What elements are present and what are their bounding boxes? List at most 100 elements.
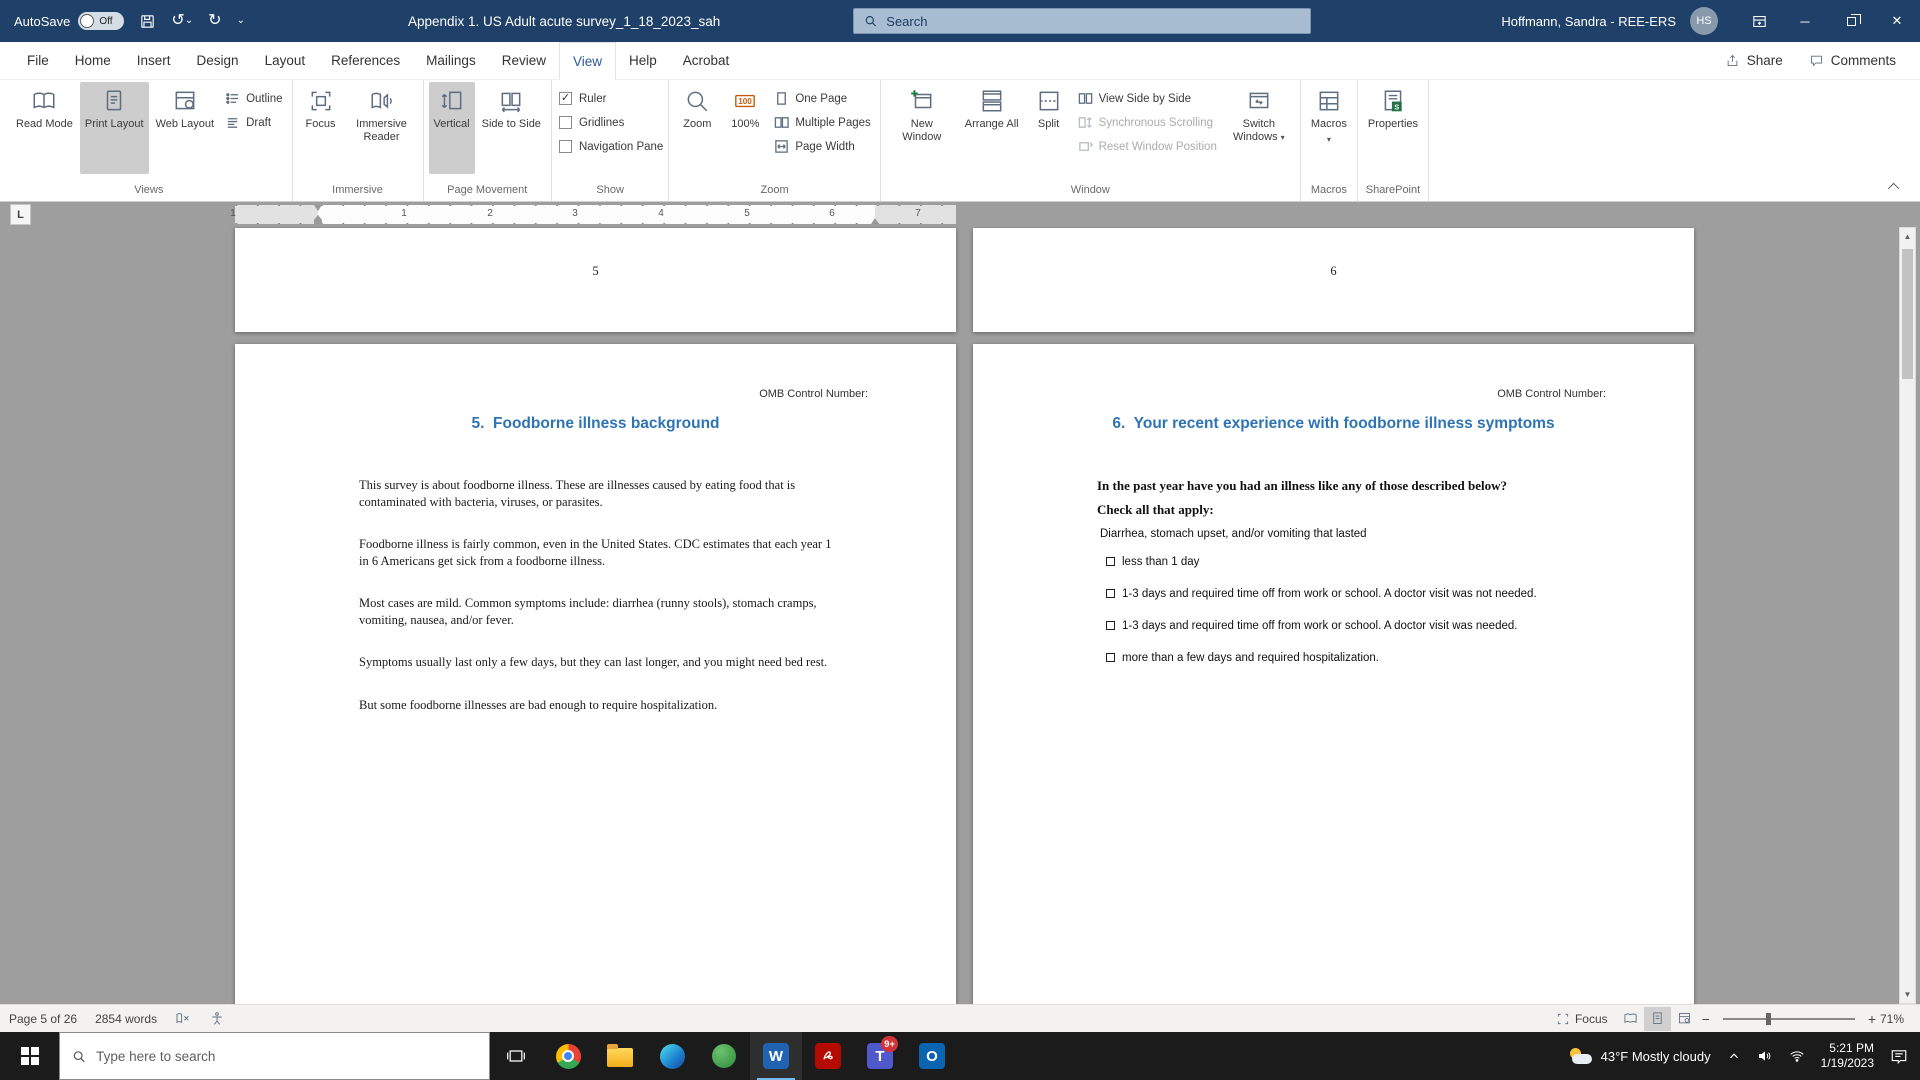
split-button[interactable]: Split bbox=[1026, 82, 1072, 174]
right-indent-marker[interactable] bbox=[871, 218, 879, 224]
autosave-toggle[interactable]: AutoSave Off bbox=[14, 12, 124, 30]
web-layout-button[interactable]: Web Layout bbox=[151, 82, 220, 174]
page-width-button[interactable]: Page Width bbox=[770, 136, 874, 157]
teams-taskbar-button[interactable]: T 9+ bbox=[854, 1032, 906, 1080]
zoom-100-label: 100% bbox=[731, 118, 759, 131]
page-5-bottom[interactable]: 5 bbox=[235, 228, 956, 332]
gridlines-checkbox[interactable]: Gridlines bbox=[557, 112, 663, 133]
navigation-pane-checkbox[interactable]: Navigation Pane bbox=[557, 136, 663, 157]
outline-button[interactable]: Outline bbox=[221, 88, 286, 109]
one-page-button[interactable]: One Page bbox=[770, 88, 874, 109]
accessibility-checker-button[interactable] bbox=[200, 1005, 234, 1032]
scroll-up-icon[interactable]: ▲ bbox=[1900, 228, 1915, 245]
tab-view[interactable]: View bbox=[559, 42, 616, 80]
zoom-in-button[interactable]: + bbox=[1864, 1011, 1880, 1027]
action-center-button[interactable] bbox=[1890, 1047, 1908, 1065]
web-layout-view-button[interactable] bbox=[1671, 1007, 1698, 1031]
vertical-scrollbar[interactable]: ▲ ▼ bbox=[1899, 227, 1916, 1004]
tab-home[interactable]: Home bbox=[62, 42, 124, 79]
page-6-bottom[interactable]: 6 bbox=[973, 228, 1694, 332]
immersive-reader-button[interactable]: Immersive Reader bbox=[346, 82, 418, 174]
macros-button[interactable]: Macros ▾ bbox=[1306, 82, 1352, 174]
print-layout-view-button[interactable] bbox=[1644, 1007, 1671, 1031]
word-count[interactable]: 2854 words bbox=[86, 1005, 166, 1032]
green-app-taskbar-button[interactable] bbox=[698, 1032, 750, 1080]
tab-file[interactable]: File bbox=[14, 42, 62, 79]
zoom-button[interactable]: Zoom bbox=[674, 82, 720, 174]
scrollbar-thumb[interactable] bbox=[1902, 249, 1913, 379]
network-button[interactable] bbox=[1789, 1048, 1805, 1064]
chrome-taskbar-button[interactable] bbox=[542, 1032, 594, 1080]
customize-qat-button[interactable]: ⌄ bbox=[237, 16, 245, 26]
horizontal-ruler[interactable]: 1 1 2 3 4 5 6 7 bbox=[235, 205, 956, 224]
taskbar-search-input[interactable] bbox=[96, 1049, 477, 1064]
tab-help[interactable]: Help bbox=[616, 42, 670, 79]
file-explorer-taskbar-button[interactable] bbox=[594, 1032, 646, 1080]
new-window-button[interactable]: New Window bbox=[886, 82, 958, 174]
draft-button[interactable]: Draft bbox=[221, 112, 286, 133]
task-view-button[interactable] bbox=[490, 1032, 542, 1080]
page-right[interactable]: OMB Control Number: 6. Your recent exper… bbox=[973, 344, 1694, 1004]
ruler-checkbox[interactable]: ✓ Ruler bbox=[557, 88, 663, 109]
print-layout-button[interactable]: Print Layout bbox=[80, 82, 149, 174]
avatar[interactable]: HS bbox=[1690, 7, 1718, 35]
comments-button[interactable]: Comments bbox=[1809, 53, 1896, 68]
read-mode-button[interactable]: Read Mode bbox=[11, 82, 78, 174]
ribbon-display-options-button[interactable] bbox=[1736, 0, 1782, 42]
arrange-all-button[interactable]: Arrange All bbox=[960, 82, 1024, 174]
tab-mailings[interactable]: Mailings bbox=[413, 42, 489, 79]
hanging-indent-marker[interactable] bbox=[314, 215, 322, 224]
show-hidden-icons-button[interactable] bbox=[1727, 1049, 1741, 1063]
zoom-percentage[interactable]: 71% bbox=[1880, 1012, 1920, 1026]
undo-button[interactable]: ↺ ⌄ bbox=[171, 13, 193, 29]
zoom-slider-thumb[interactable] bbox=[1766, 1013, 1771, 1025]
minimize-button[interactable]: ─ bbox=[1782, 0, 1828, 42]
tab-layout[interactable]: Layout bbox=[252, 42, 319, 79]
side-to-side-button[interactable]: Side to Side bbox=[477, 82, 546, 174]
scroll-down-icon[interactable]: ▼ bbox=[1900, 986, 1915, 1003]
weather-widget[interactable]: 43°F Mostly cloudy bbox=[1568, 1048, 1711, 1064]
close-button[interactable]: ✕ bbox=[1874, 0, 1920, 42]
volume-button[interactable] bbox=[1757, 1048, 1773, 1064]
collapse-ribbon-button[interactable] bbox=[1884, 179, 1906, 195]
document-canvas[interactable]: 5 6 OMB Control Number: 5. Foodborne ill… bbox=[0, 227, 1920, 1004]
tab-acrobat[interactable]: Acrobat bbox=[670, 42, 743, 79]
acrobat-taskbar-button[interactable] bbox=[802, 1032, 854, 1080]
multiple-pages-button[interactable]: Multiple Pages bbox=[770, 112, 874, 133]
search-input[interactable] bbox=[886, 14, 1300, 29]
outlook-taskbar-button[interactable]: O bbox=[906, 1032, 958, 1080]
search-bar[interactable] bbox=[853, 8, 1311, 34]
task-view-icon bbox=[506, 1046, 526, 1066]
first-line-indent-marker[interactable] bbox=[314, 205, 322, 211]
page-left[interactable]: OMB Control Number: 5. Foodborne illness… bbox=[235, 344, 956, 1004]
focus-button[interactable]: Focus bbox=[298, 82, 344, 174]
tab-references[interactable]: References bbox=[318, 42, 413, 79]
edge-taskbar-button[interactable] bbox=[646, 1032, 698, 1080]
taskbar-search-box[interactable] bbox=[59, 1032, 490, 1080]
redo-button[interactable]: ↻ bbox=[208, 13, 221, 29]
autosave-switch[interactable]: Off bbox=[78, 12, 124, 30]
tab-insert[interactable]: Insert bbox=[124, 42, 184, 79]
proofing-errors-button[interactable] bbox=[166, 1005, 200, 1032]
save-button[interactable] bbox=[139, 13, 156, 30]
restore-button[interactable] bbox=[1828, 0, 1874, 42]
share-button[interactable]: Share bbox=[1725, 53, 1783, 68]
view-side-by-side-button[interactable]: View Side by Side bbox=[1074, 88, 1221, 109]
zoom-slider[interactable] bbox=[1723, 1018, 1855, 1020]
tab-review[interactable]: Review bbox=[489, 42, 559, 79]
undo-icon: ↺ bbox=[171, 13, 184, 29]
properties-button[interactable]: S Properties bbox=[1363, 82, 1423, 174]
zoom-100-button[interactable]: 100 100% bbox=[722, 82, 768, 174]
zoom-out-button[interactable]: − bbox=[1698, 1011, 1714, 1027]
read-mode-view-button[interactable] bbox=[1617, 1007, 1644, 1031]
clock[interactable]: 5:21 PM 1/19/2023 bbox=[1821, 1041, 1874, 1071]
word-taskbar-button[interactable]: W bbox=[750, 1032, 802, 1080]
page-indicator[interactable]: Page 5 of 26 bbox=[0, 1005, 86, 1032]
ribbon-group-show: ✓ Ruler Gridlines Navigation Pane Show bbox=[552, 80, 669, 201]
start-button[interactable] bbox=[0, 1032, 59, 1080]
focus-mode-button[interactable]: Focus bbox=[1547, 1005, 1617, 1032]
vertical-button[interactable]: Vertical bbox=[429, 82, 475, 174]
tab-stop-selector[interactable]: L bbox=[10, 204, 31, 225]
tab-design[interactable]: Design bbox=[184, 42, 252, 79]
switch-windows-button[interactable]: Switch Windows ▾ bbox=[1223, 82, 1295, 174]
